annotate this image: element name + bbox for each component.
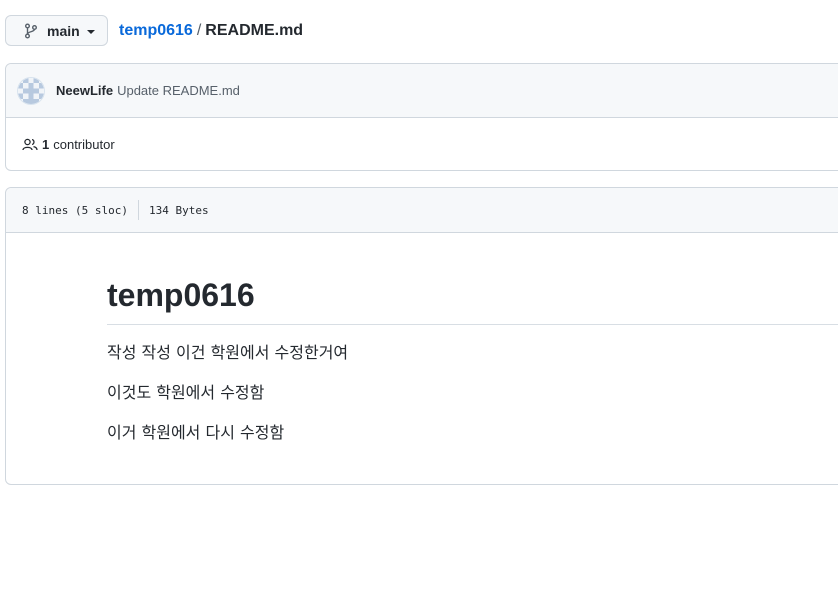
contributor-count: 1 [42,137,50,152]
caret-down-icon [86,29,95,34]
file-info-bar: 8 lines (5 sloc) 134 Bytes [6,188,838,233]
page: main temp0616/README.md NeewLife Update … [0,0,838,614]
file-lines-info: 8 lines (5 sloc) [22,203,128,217]
breadcrumb-separator: / [196,22,202,39]
people-icon [22,137,38,153]
file-box: 8 lines (5 sloc) 134 Bytes temp0616 작성 작… [5,187,838,485]
git-branch-icon [24,23,38,39]
readme-title: temp0616 [107,276,838,325]
breadcrumb: temp0616/README.md [119,21,303,41]
readme-paragraph: 이것도 학원에서 수정함 [107,383,265,402]
contributor-label: contributor [53,137,115,152]
latest-commit-row: NeewLife Update README.md [6,64,838,118]
file-info-divider [137,200,139,220]
branch-select-button[interactable]: main [5,15,108,46]
file-size: 134 Bytes [148,203,209,217]
repo-link[interactable]: temp0616 [119,22,193,39]
commit-message-link[interactable]: Update README.md [117,83,240,98]
file-name: README.md [205,22,304,39]
branch-label: main [47,22,80,39]
readme-paragraph: 작성 작성 이건 학원에서 수정한거여 [107,343,349,362]
commit-author-link[interactable]: NeewLife [56,83,113,98]
commit-box: NeewLife Update README.md 1 contributor [5,63,838,171]
readme-paragraph: 이거 학원에서 다시 수정함 [107,423,285,442]
contributors-row[interactable]: 1 contributor [6,118,838,171]
avatar[interactable] [17,76,45,105]
readme-content: temp0616 작성 작성 이건 학원에서 수정한거여 이것도 학원에서 수정… [107,276,838,443]
